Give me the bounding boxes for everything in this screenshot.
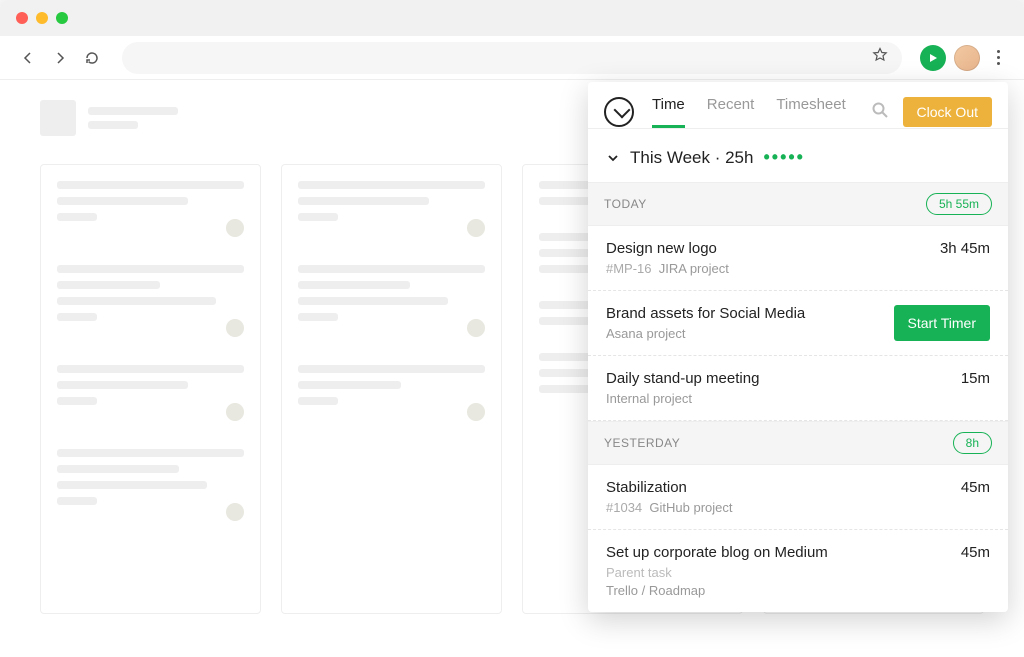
entry-subtitle: #1034 GitHub project xyxy=(606,500,961,515)
entry-duration: 3h 45m xyxy=(940,240,990,276)
entry-duration: 45m xyxy=(961,479,990,515)
avatar[interactable] xyxy=(954,45,980,71)
entry-title: Stabilization xyxy=(606,479,961,496)
forward-button[interactable] xyxy=(48,46,72,70)
entry-title: Set up corporate blog on Medium xyxy=(606,544,961,561)
chevron-down-icon xyxy=(606,151,620,165)
section-label: TODAY xyxy=(604,197,647,211)
section-label: YESTERDAY xyxy=(604,436,680,450)
section-total-badge: 5h 55m xyxy=(926,193,992,215)
app-logo-icon xyxy=(604,97,634,127)
maximize-window-button[interactable] xyxy=(56,12,68,24)
url-bar[interactable] xyxy=(122,42,902,74)
clock-out-button[interactable]: Clock Out xyxy=(903,97,992,127)
extension-play-icon[interactable] xyxy=(920,45,946,71)
bookmark-icon[interactable] xyxy=(872,47,888,68)
entry-title: Brand assets for Social Media xyxy=(606,305,894,322)
popup-header: Time Recent Timesheet Clock Out xyxy=(588,82,1008,128)
tab-timesheet[interactable]: Timesheet xyxy=(776,96,845,128)
entry-duration: 15m xyxy=(961,370,990,406)
column-placeholder xyxy=(281,164,502,614)
entry-title: Daily stand-up meeting xyxy=(606,370,961,387)
browser-menu-button[interactable] xyxy=(988,48,1008,68)
entry-duration: 45m xyxy=(961,544,990,598)
back-button[interactable] xyxy=(16,46,40,70)
section-total-badge: 8h xyxy=(953,432,992,454)
browser-window: Time Recent Timesheet Clock Out This Wee… xyxy=(0,0,1024,657)
time-entry[interactable]: Set up corporate blog on Medium Parent t… xyxy=(588,530,1008,612)
time-entry[interactable]: Daily stand-up meeting Internal project … xyxy=(588,356,1008,421)
summary-text: This Week · 25h xyxy=(630,148,753,168)
time-entry[interactable]: Stabilization #1034 GitHub project 45m xyxy=(588,465,1008,530)
browser-toolbar xyxy=(0,36,1024,80)
extension-popup: Time Recent Timesheet Clock Out This Wee… xyxy=(588,82,1008,612)
tab-time[interactable]: Time xyxy=(652,96,685,128)
reload-button[interactable] xyxy=(80,46,104,70)
entry-subtitle: Asana project xyxy=(606,326,894,341)
entry-title: Design new logo xyxy=(606,240,940,257)
column-placeholder xyxy=(40,164,261,614)
activity-dots: ••••• xyxy=(763,147,805,168)
title-bar xyxy=(0,0,1024,36)
time-entry[interactable]: Brand assets for Social Media Asana proj… xyxy=(588,291,1008,356)
entry-subtitle: Internal project xyxy=(606,391,961,406)
minimize-window-button[interactable] xyxy=(36,12,48,24)
section-header-yesterday: YESTERDAY 8h xyxy=(588,421,1008,465)
start-timer-button[interactable]: Start Timer xyxy=(894,305,990,341)
tab-recent[interactable]: Recent xyxy=(707,96,755,128)
entry-subtitle: #MP-16 JIRA project xyxy=(606,261,940,276)
search-icon[interactable] xyxy=(871,101,889,124)
section-header-today: TODAY 5h 55m xyxy=(588,182,1008,226)
close-window-button[interactable] xyxy=(16,12,28,24)
entry-parent-task: Parent task xyxy=(606,565,961,580)
traffic-lights xyxy=(16,12,68,24)
summary-row[interactable]: This Week · 25h ••••• xyxy=(588,129,1008,182)
time-entry[interactable]: Design new logo #MP-16 JIRA project 3h 4… xyxy=(588,226,1008,291)
popup-tabs: Time Recent Timesheet xyxy=(652,96,853,128)
entry-subtitle: Trello / Roadmap xyxy=(606,583,961,598)
